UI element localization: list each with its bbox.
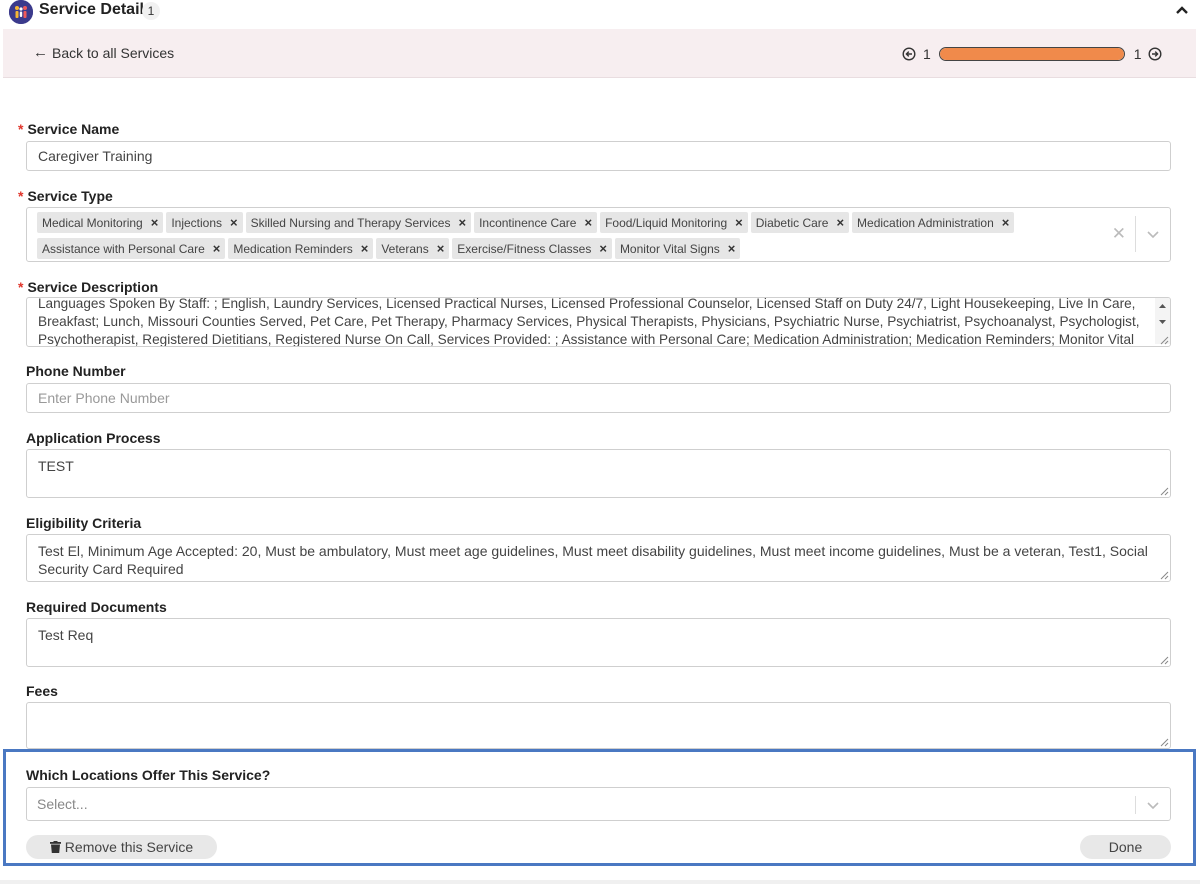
locations-select[interactable]: Select... bbox=[26, 787, 1171, 821]
service-type-tag-label: Skilled Nursing and Therapy Services bbox=[250, 215, 451, 230]
application-process-textarea[interactable]: TEST bbox=[26, 449, 1171, 498]
required-marker: * bbox=[18, 121, 24, 137]
remove-service-button[interactable]: Remove this Service bbox=[26, 835, 217, 859]
service-type-tag-label: Medical Monitoring bbox=[42, 215, 143, 230]
next-circle-icon[interactable] bbox=[1148, 47, 1162, 61]
service-description-text: Languages Spoken By Staff: ; English, La… bbox=[38, 297, 1140, 347]
pager-total: 1 bbox=[1133, 46, 1142, 62]
application-process-label: Application Process bbox=[26, 430, 161, 446]
required-documents-text: Test Req bbox=[38, 627, 94, 643]
pager-current: 1 bbox=[923, 46, 931, 62]
required-documents-label: Required Documents bbox=[26, 599, 167, 615]
service-description-textarea[interactable]: Languages Spoken By Staff: ; English, La… bbox=[26, 297, 1171, 347]
phone-number-label: Phone Number bbox=[26, 363, 126, 379]
phone-number-input[interactable]: Enter Phone Number bbox=[26, 383, 1171, 413]
service-count-badge: 1 bbox=[142, 2, 160, 20]
remove-tag-icon[interactable]: × bbox=[1002, 215, 1010, 230]
service-type-multiselect[interactable]: Medical Monitoring × Injections × Skilled Nu… bbox=[26, 207, 1171, 262]
required-documents-textarea[interactable]: Test Req bbox=[26, 618, 1171, 667]
remove-tag-icon[interactable]: × bbox=[230, 215, 238, 230]
service-type-tag-label: Food/Liquid Monitoring bbox=[605, 215, 728, 230]
done-button[interactable]: Done bbox=[1080, 835, 1171, 859]
service-type-tag: Diabetic Care × bbox=[750, 212, 850, 233]
remove-tag-icon[interactable]: × bbox=[151, 215, 159, 230]
service-type-tag: Veterans × bbox=[376, 238, 450, 259]
service-type-tag-label: Medication Reminders bbox=[233, 241, 353, 256]
service-type-tag-label: Assistance with Personal Care bbox=[42, 241, 205, 256]
remove-tag-icon[interactable]: × bbox=[728, 241, 736, 256]
resize-handle-icon[interactable] bbox=[1159, 335, 1169, 345]
resize-handle-icon[interactable] bbox=[1159, 486, 1169, 496]
service-type-tag-label: Medication Administration bbox=[857, 215, 994, 230]
service-type-tag: Medication Administration × bbox=[852, 212, 1015, 233]
resize-handle-icon[interactable] bbox=[1159, 737, 1169, 747]
service-type-tag-label: Veterans bbox=[381, 241, 429, 256]
service-name-input[interactable]: Caregiver Training bbox=[26, 141, 1171, 171]
service-nav-bar: ← Back to all Services 1 1 bbox=[3, 29, 1196, 78]
remove-tag-icon[interactable]: × bbox=[836, 215, 844, 230]
back-link-label: Back to all Services bbox=[52, 45, 175, 61]
service-type-tag-label: Incontinence Care bbox=[479, 215, 577, 230]
resize-handle-icon[interactable] bbox=[1159, 655, 1169, 665]
locations-label: Which Locations Offer This Service? bbox=[26, 767, 271, 783]
service-type-tag: Assistance with Personal Care × bbox=[37, 238, 226, 259]
select-separator bbox=[1135, 216, 1136, 252]
service-type-tag: Incontinence Care × bbox=[474, 212, 598, 233]
back-to-services-link[interactable]: ← Back to all Services bbox=[33, 45, 174, 61]
section-header: Service Details 1 bbox=[0, 0, 1200, 28]
service-type-tag-label: Diabetic Care bbox=[755, 215, 829, 230]
remove-tag-icon[interactable]: × bbox=[437, 241, 445, 256]
arrow-left-icon: ← bbox=[33, 44, 48, 61]
locations-placeholder: Select... bbox=[37, 796, 88, 812]
service-type-tag: Food/Liquid Monitoring × bbox=[600, 212, 748, 233]
eligibility-criteria-label: Eligibility Criteria bbox=[26, 515, 142, 531]
pager-progress-bar bbox=[938, 47, 1125, 61]
service-type-tag: Injections × bbox=[166, 212, 243, 233]
chevron-down-icon[interactable] bbox=[1146, 798, 1160, 812]
required-marker: * bbox=[18, 279, 24, 295]
pager-progress-fill bbox=[939, 48, 1124, 60]
application-process-text: TEST bbox=[38, 458, 74, 474]
select-separator bbox=[1135, 796, 1136, 814]
remove-tag-icon[interactable]: × bbox=[361, 241, 369, 256]
trash-icon bbox=[49, 841, 61, 853]
required-marker: * bbox=[18, 188, 24, 204]
remove-service-label: Remove this Service bbox=[64, 839, 194, 855]
fees-textarea[interactable] bbox=[26, 702, 1171, 749]
bottom-divider bbox=[0, 880, 1200, 884]
service-type-tag: Monitor Vital Signs × bbox=[614, 238, 741, 259]
service-name-label: * Service Name bbox=[18, 121, 120, 137]
service-type-label: * Service Type bbox=[18, 188, 113, 204]
service-type-tag: Medical Monitoring × bbox=[37, 212, 164, 233]
service-type-tag-label: Injections bbox=[171, 215, 223, 230]
fees-label: Fees bbox=[26, 683, 58, 699]
remove-tag-icon[interactable]: × bbox=[213, 241, 221, 256]
remove-tag-icon[interactable]: × bbox=[584, 215, 592, 230]
chevron-down-icon[interactable] bbox=[1146, 227, 1160, 241]
chevron-up-icon[interactable] bbox=[1174, 2, 1190, 18]
service-type-tag: Medication Reminders × bbox=[228, 238, 374, 259]
service-description-label: * Service Description bbox=[18, 279, 159, 295]
previous-circle-icon[interactable] bbox=[902, 47, 916, 61]
app-logo-icon bbox=[9, 0, 33, 24]
service-type-tags: Medical Monitoring × Injections × Skilled Nu… bbox=[37, 211, 1117, 263]
eligibility-criteria-textarea[interactable]: Test El, Minimum Age Accepted: 20, Must … bbox=[26, 534, 1171, 582]
section-title: Service Details bbox=[39, 1, 153, 18]
remove-tag-icon[interactable]: × bbox=[735, 215, 743, 230]
service-type-tag: Skilled Nursing and Therapy Services × bbox=[245, 212, 472, 233]
service-pager: 1 1 bbox=[902, 44, 1162, 64]
resize-handle-icon[interactable] bbox=[1159, 570, 1169, 580]
eligibility-criteria-text: Test El, Minimum Age Accepted: 20, Must … bbox=[38, 543, 1148, 577]
service-type-tag-label: Exercise/Fitness Classes bbox=[457, 241, 592, 256]
service-type-tag-label: Monitor Vital Signs bbox=[619, 241, 720, 256]
service-type-tag: Exercise/Fitness Classes × bbox=[452, 238, 612, 259]
remove-tag-icon[interactable]: × bbox=[599, 241, 607, 256]
clear-all-icon[interactable]: ✕ bbox=[1112, 224, 1126, 244]
remove-tag-icon[interactable]: × bbox=[458, 215, 466, 230]
